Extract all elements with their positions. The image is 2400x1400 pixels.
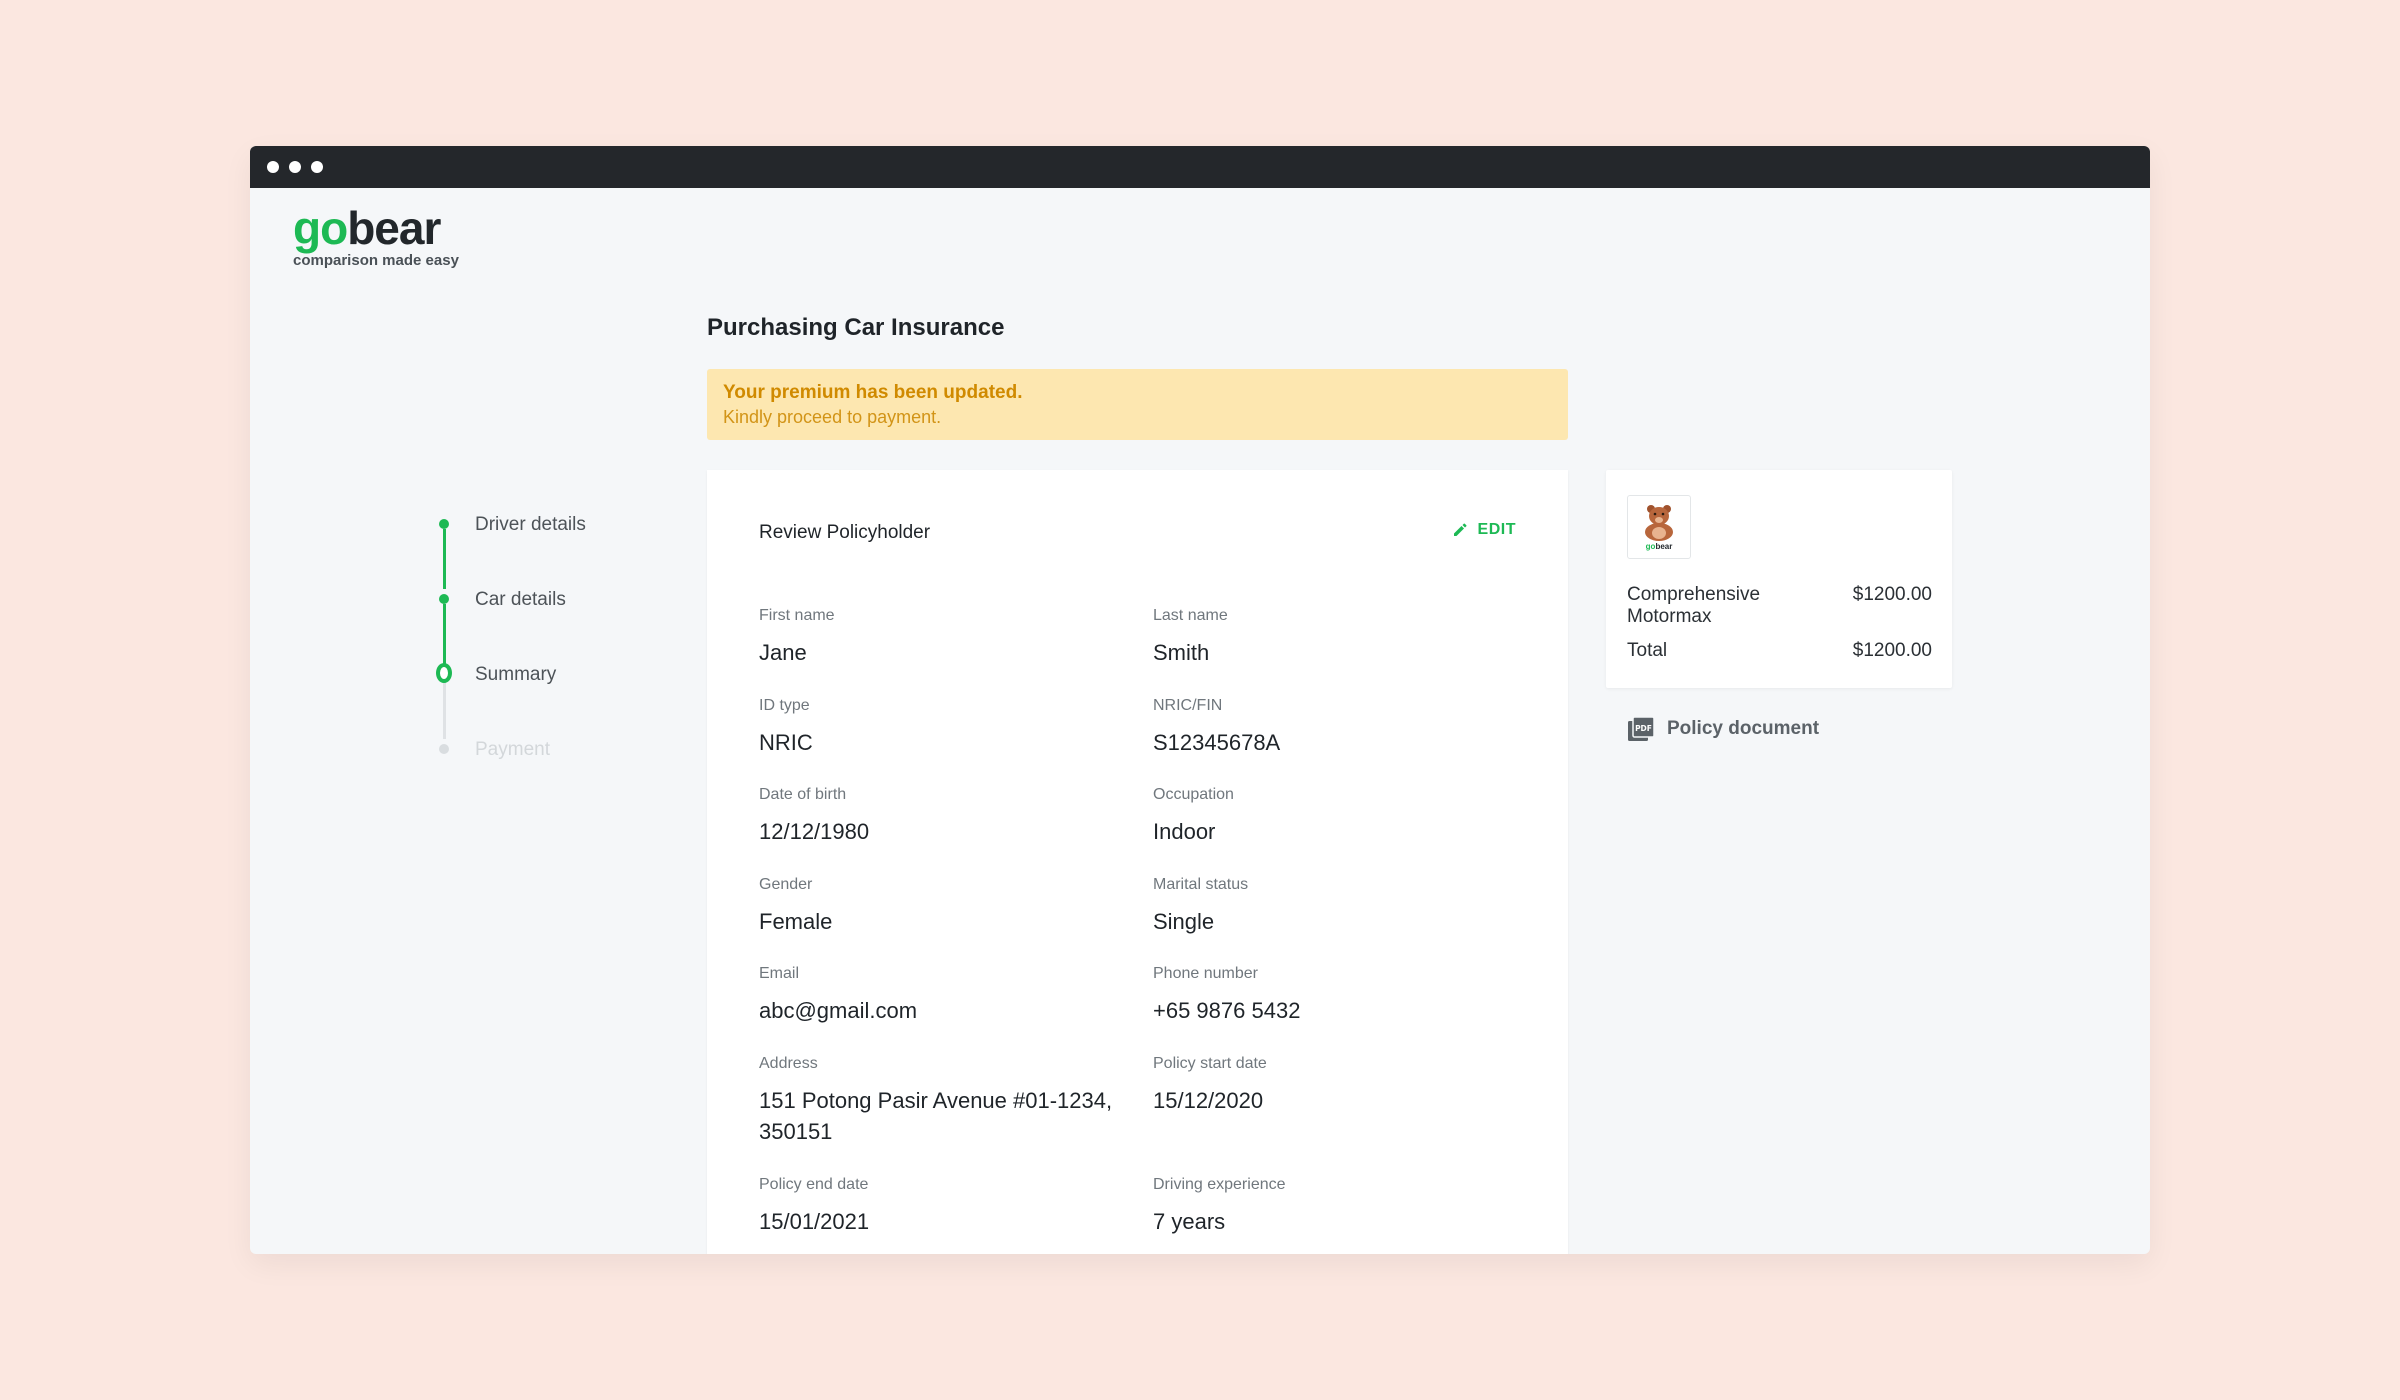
field-value: 151 Potong Pasir Avenue #01-1234, 350151 bbox=[759, 1088, 1113, 1144]
step-upcoming-icon bbox=[439, 744, 449, 754]
total-label: Total bbox=[1627, 640, 1668, 661]
insurer-logo: gobear bbox=[1627, 495, 1691, 559]
page-title: Purchasing Car Insurance bbox=[707, 314, 1005, 341]
browser-window: gobear comparison made easy Driver detai… bbox=[250, 146, 2150, 1254]
field-policy-start-date: Policy start date 15/12/2020 bbox=[1153, 1054, 1523, 1116]
mini-logo-go: go bbox=[1645, 542, 1656, 551]
gobear-logo[interactable]: gobear comparison made easy bbox=[293, 202, 459, 269]
field-label: Policy end date bbox=[759, 1176, 869, 1193]
field-label: Gender bbox=[759, 876, 813, 893]
step-summary[interactable]: Summary bbox=[436, 663, 586, 739]
alert-text: Kindly proceed to payment. bbox=[723, 407, 942, 427]
pencil-icon bbox=[1453, 523, 1467, 536]
field-value: Female bbox=[759, 909, 833, 934]
field-label: ID type bbox=[759, 697, 810, 714]
policy-document-label: Policy document bbox=[1667, 718, 1820, 739]
field-label: Address bbox=[759, 1055, 818, 1072]
field-phone-number: Phone number +65 9876 5432 bbox=[1153, 964, 1523, 1026]
field-id-type: ID type NRIC bbox=[759, 696, 1129, 758]
field-label: Policy start date bbox=[1153, 1055, 1267, 1072]
window-titlebar bbox=[250, 146, 2150, 188]
field-date-of-birth: Date of birth 12/12/1980 bbox=[759, 785, 1129, 847]
field-label: Date of birth bbox=[759, 786, 847, 803]
edit-button[interactable]: EDIT bbox=[1452, 521, 1516, 539]
field-value: 15/01/2021 bbox=[759, 1209, 870, 1234]
logo-go: go bbox=[293, 202, 348, 254]
progress-stepper: Driver details Car details Summary Payme… bbox=[436, 514, 586, 814]
field-value: 12/12/1980 bbox=[759, 819, 870, 844]
field-driving-experience: Driving experience 7 years bbox=[1153, 1175, 1523, 1237]
field-gender: Gender Female bbox=[759, 875, 1129, 937]
field-nric-fin: NRIC/FIN S12345678A bbox=[1153, 696, 1523, 758]
step-label: Driver details bbox=[475, 514, 586, 535]
plan-price: $1200.00 bbox=[1852, 584, 1932, 605]
premium-updated-alert: Your premium has been updated. Kindly pr… bbox=[707, 369, 1568, 440]
window-dot-icon bbox=[311, 161, 323, 173]
field-value: abc@gmail.com bbox=[759, 998, 918, 1023]
insurer-wordmark: gobear bbox=[1646, 542, 1673, 551]
field-label: NRIC/FIN bbox=[1153, 697, 1223, 714]
svg-text:PDF: PDF bbox=[1635, 724, 1652, 733]
card-heading: Review Policyholder bbox=[759, 522, 931, 543]
total-price: $1200.00 bbox=[1852, 640, 1932, 661]
step-payment: Payment bbox=[436, 739, 586, 814]
field-last-name: Last name Smith bbox=[1153, 606, 1523, 668]
field-address: Address 151 Potong Pasir Avenue #01-1234… bbox=[759, 1054, 1129, 1147]
edit-label: EDIT bbox=[1477, 521, 1516, 538]
field-value: 15/12/2020 bbox=[1153, 1088, 1264, 1113]
field-value: S12345678A bbox=[1153, 730, 1281, 755]
field-label: Email bbox=[759, 965, 800, 982]
field-label: First name bbox=[759, 607, 835, 624]
field-value: Indoor bbox=[1153, 819, 1216, 844]
step-complete-icon bbox=[439, 519, 449, 529]
policy-document-link[interactable]: PDF Policy document bbox=[1627, 716, 1819, 742]
pdf-icon: PDF bbox=[1628, 716, 1655, 741]
logo-wordmark: gobear bbox=[293, 202, 459, 254]
premium-summary-card: gobear Comprehensive Motormax $1200.00 T… bbox=[1606, 470, 1952, 688]
review-policyholder-card: Review Policyholder EDIT First name Jane… bbox=[707, 470, 1568, 1254]
step-label: Car details bbox=[475, 589, 566, 610]
field-label: Marital status bbox=[1153, 876, 1249, 893]
page-viewport: gobear comparison made easy Driver detai… bbox=[250, 188, 2150, 1254]
mini-logo-bear: bear bbox=[1655, 542, 1673, 551]
step-complete-icon bbox=[439, 594, 449, 604]
logo-tagline: comparison made easy bbox=[293, 252, 459, 269]
field-policy-end-date: Policy end date 15/01/2021 bbox=[759, 1175, 1129, 1237]
alert-title: Your premium has been updated. bbox=[723, 382, 1023, 403]
field-value: 7 years bbox=[1153, 1209, 1226, 1234]
field-value: Single bbox=[1153, 909, 1215, 934]
step-label: Summary bbox=[475, 664, 557, 685]
step-car-details[interactable]: Car details bbox=[436, 589, 586, 664]
field-label: Occupation bbox=[1153, 786, 1234, 803]
plan-name: Comprehensive Motormax bbox=[1627, 584, 1761, 627]
field-value: NRIC bbox=[759, 730, 813, 755]
step-driver-details[interactable]: Driver details bbox=[436, 514, 586, 589]
field-first-name: First name Jane bbox=[759, 606, 1129, 668]
logo-bear: bear bbox=[347, 202, 441, 254]
field-label: Last name bbox=[1153, 607, 1228, 624]
field-value: Smith bbox=[1153, 640, 1210, 665]
field-occupation: Occupation Indoor bbox=[1153, 785, 1523, 847]
field-email: Email abc@gmail.com bbox=[759, 964, 1129, 1026]
step-current-icon bbox=[436, 663, 452, 683]
total-line-item: Total $1200.00 bbox=[1627, 640, 1932, 662]
field-value: Jane bbox=[759, 640, 807, 665]
field-label: Driving experience bbox=[1153, 1176, 1286, 1193]
step-label: Payment bbox=[475, 739, 550, 760]
bear-mascot-icon bbox=[1645, 505, 1673, 541]
window-dot-icon bbox=[267, 161, 279, 173]
field-label: Phone number bbox=[1153, 965, 1258, 982]
field-marital-status: Marital status Single bbox=[1153, 875, 1523, 937]
plan-line-item: Comprehensive Motormax $1200.00 bbox=[1627, 584, 1932, 628]
field-value: +65 9876 5432 bbox=[1153, 998, 1301, 1023]
window-dot-icon bbox=[289, 161, 301, 173]
